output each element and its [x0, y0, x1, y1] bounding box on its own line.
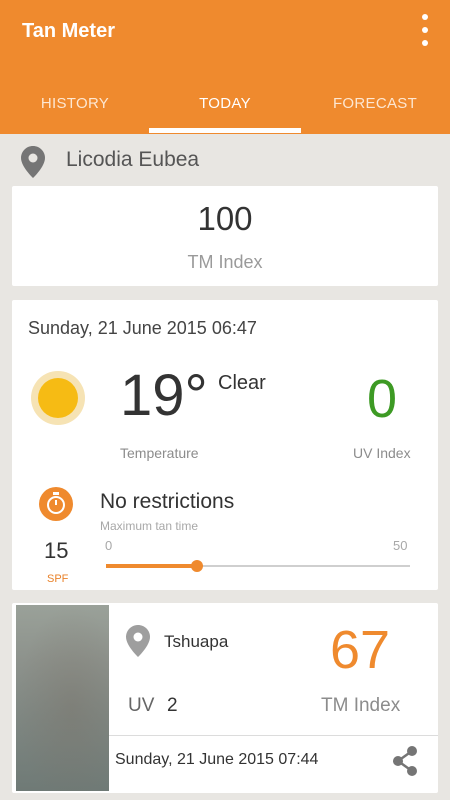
tab-today[interactable]: TODAY — [150, 72, 300, 134]
app-title: Tan Meter — [22, 20, 115, 42]
location-name: Licodia Eubea — [66, 148, 200, 171]
spf-slider[interactable] — [106, 560, 410, 572]
tan-restriction: No restrictions — [100, 490, 235, 513]
location-pin-icon — [21, 146, 45, 183]
tab-indicator — [149, 128, 301, 133]
spf-slider-thumb[interactable] — [191, 560, 204, 572]
tab-forecast[interactable]: FORECAST — [300, 72, 450, 134]
weather-datetime: Sunday, 21 June 2015 06:47 — [28, 318, 257, 338]
tab-history[interactable]: HISTORY — [0, 72, 150, 134]
app-bar: Tan Meter HISTORY TODAY FORECAST — [0, 0, 450, 134]
slider-min-label: 0 — [105, 538, 113, 553]
location-bar[interactable]: Licodia Eubea — [0, 134, 450, 186]
history-uv-label: UV — [128, 695, 155, 716]
temperature-label: Temperature — [120, 445, 199, 461]
sun-icon — [30, 370, 86, 431]
uv-index-label: UV Index — [353, 445, 411, 461]
history-tm-label: TM Index — [321, 695, 401, 716]
slider-max-label: 50 — [393, 538, 408, 553]
spf-value: 15 — [44, 538, 69, 563]
history-tm-value: 67 — [330, 620, 391, 680]
tm-index-value: 100 — [197, 200, 253, 237]
location-pin-icon — [126, 625, 150, 662]
weather-card: Sunday, 21 June 2015 06:47 19° Clear 0 T… — [12, 300, 438, 590]
stopwatch-icon — [38, 486, 74, 527]
max-tan-label: Maximum tan time — [100, 519, 199, 533]
uv-index-value: 0 — [367, 369, 398, 429]
divider — [109, 735, 438, 736]
temperature-value: 19° — [120, 363, 208, 428]
share-icon[interactable] — [390, 744, 420, 783]
location-photo — [16, 605, 109, 791]
tm-index-card: 100 TM Index — [12, 186, 438, 286]
spf-slider-fill — [106, 564, 198, 568]
history-uv-value: 2 — [167, 695, 178, 716]
tm-index-label: TM Index — [187, 252, 263, 272]
weather-condition: Clear — [218, 372, 266, 394]
history-card[interactable]: Tshuapa 67 UV 2 TM Index Sunday, 21 June… — [12, 603, 438, 793]
spf-label: SPF — [47, 573, 69, 585]
history-place: Tshuapa — [164, 632, 229, 651]
tab-bar: HISTORY TODAY FORECAST — [0, 72, 450, 134]
overflow-menu-icon[interactable] — [414, 12, 436, 48]
history-datetime: Sunday, 21 June 2015 07:44 — [115, 751, 319, 768]
